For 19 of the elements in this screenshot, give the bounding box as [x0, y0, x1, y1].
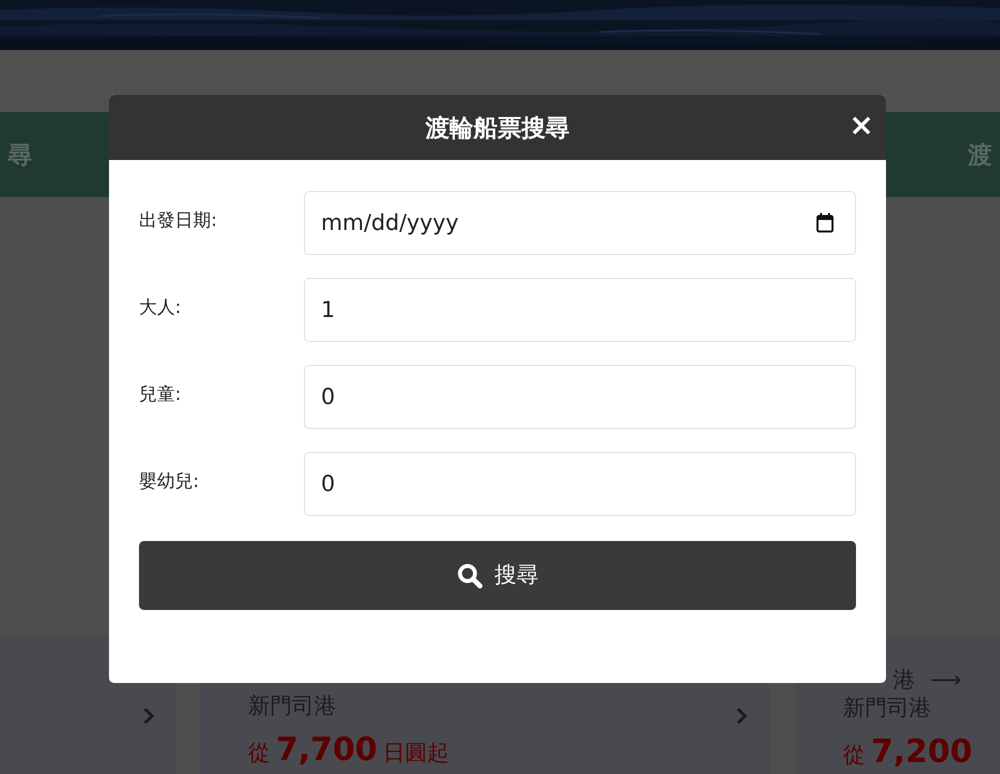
calendar-icon[interactable] [816, 213, 834, 233]
field-label: 大人: [139, 296, 182, 320]
close-button[interactable]: × [848, 111, 874, 141]
number-field[interactable]: 0 [304, 365, 856, 429]
price-prefix: 從 [248, 741, 270, 766]
field-label: 兒童: [139, 383, 182, 407]
price-amount: 7,200 [871, 732, 972, 770]
field-label: 嬰幼兒: [139, 470, 200, 494]
number-field[interactable]: 0 [304, 452, 856, 516]
number-field[interactable]: 1 [304, 278, 856, 342]
field-label: 出發日期: [139, 209, 218, 233]
search-button[interactable]: 搜尋 [139, 541, 856, 610]
price-amount: 7,700 [276, 730, 378, 768]
arrow-text: ⟶ [928, 668, 962, 693]
price-suffix: 日圓起 [383, 741, 450, 766]
price-prefix: 從 [843, 743, 865, 768]
date-field[interactable]: mm/dd/yyyy [304, 191, 856, 255]
search-icon [456, 562, 482, 588]
modal-title: 渡輪船票搜尋 [426, 112, 570, 144]
